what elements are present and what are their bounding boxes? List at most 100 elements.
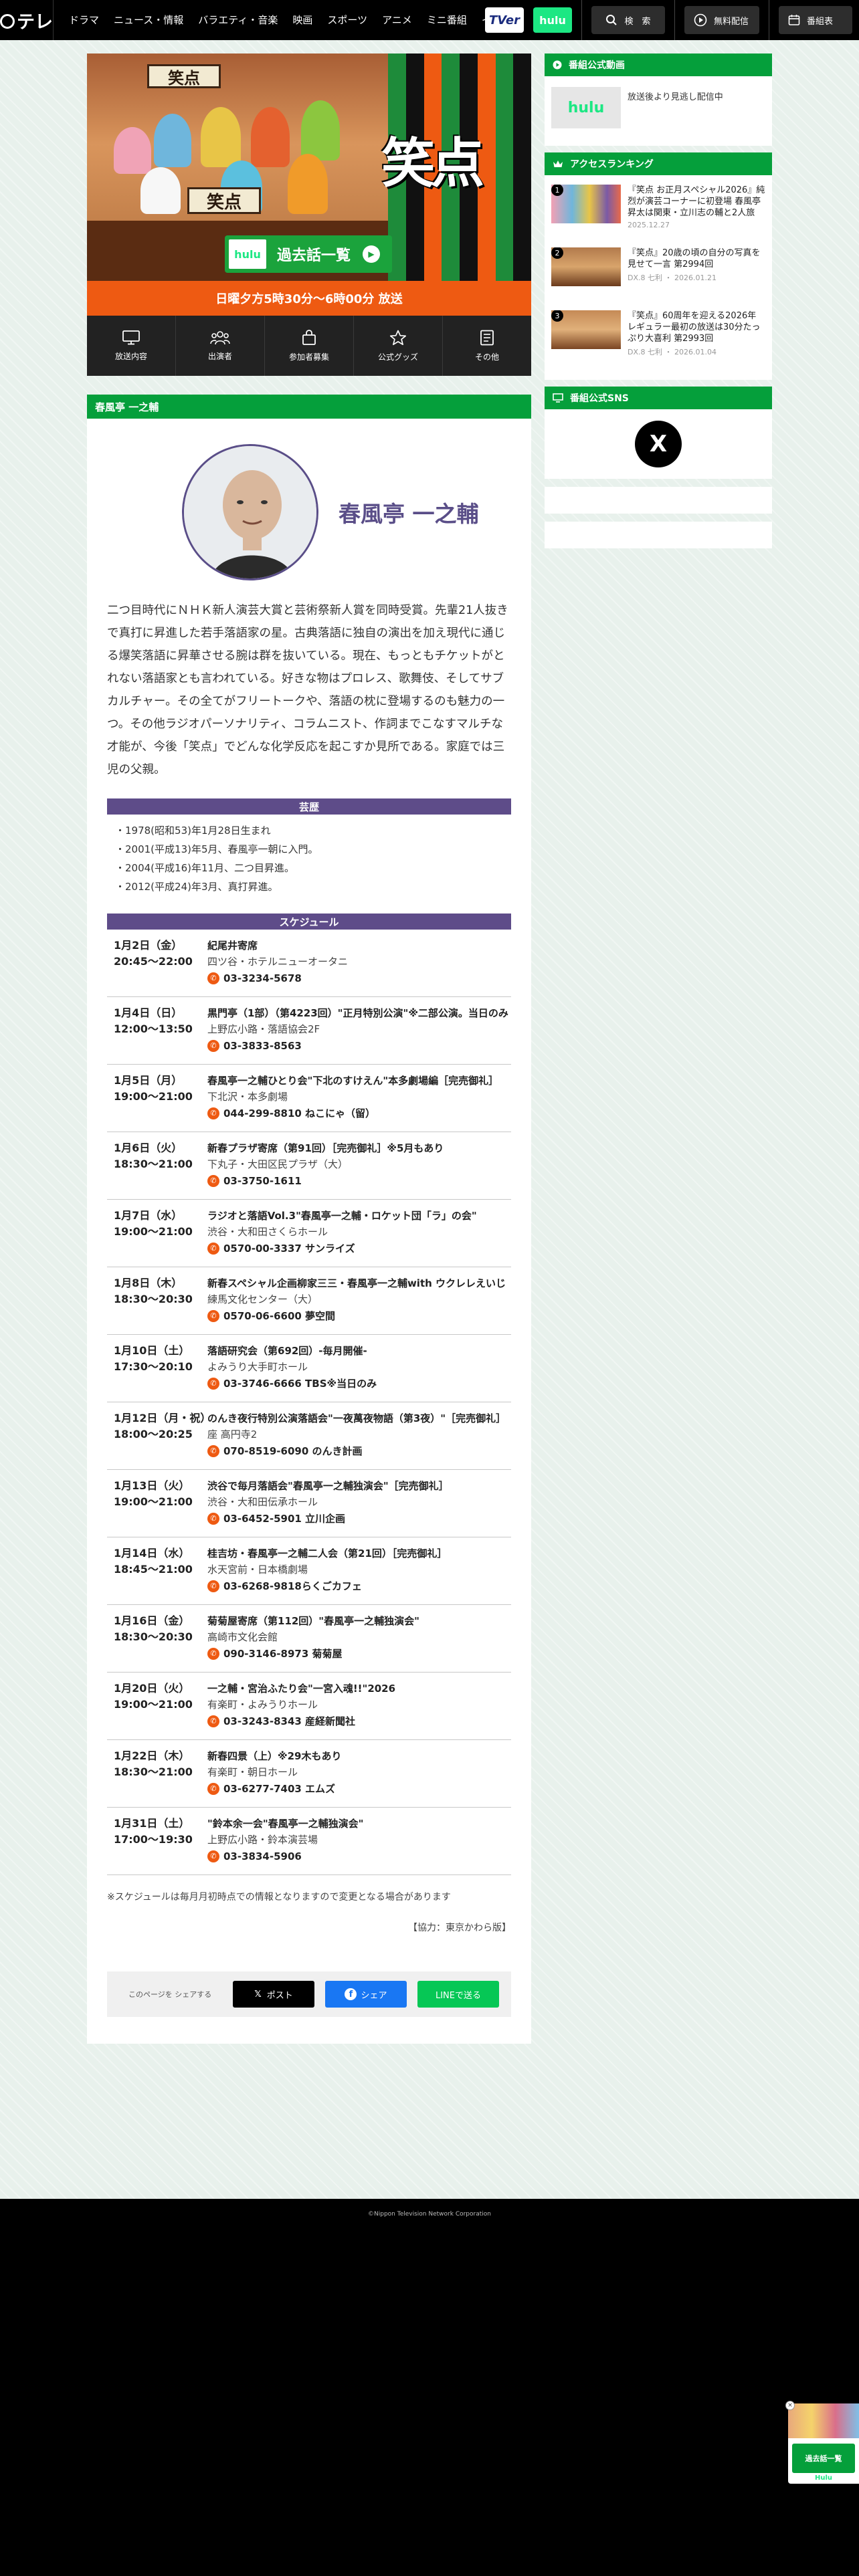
schedule-venue: 有楽町・朝日ホール — [207, 1766, 298, 1778]
schedule-tel[interactable]: ✆ 03-6277-7403 エムズ — [207, 1780, 511, 1798]
ranking-item[interactable]: 1 『笑点 お正月スペシャル2026』純烈が演芸コーナーに初登場 春風亭昇太は関… — [551, 185, 765, 247]
phone-icon: ✆ — [207, 1378, 219, 1390]
performer-figure — [201, 107, 241, 167]
facebook-share-button[interactable]: f シェア — [325, 1981, 407, 2008]
hulu-button[interactable]: hulu — [533, 7, 572, 33]
career-item: ・2001(平成13)年5月、春風亭一朝に入門。 — [115, 843, 318, 855]
schedule-body: 桂吉坊・春風亭一之輔二人会（第21回）［完売御礼］ 水天宮前・日本橋劇場 ✆ 03-6… — [207, 1545, 511, 1595]
archive-button[interactable]: hulu 過去話一覧 ▶ — [225, 235, 392, 273]
tv-guide-button[interactable]: 番組表 — [779, 6, 852, 34]
nav-anime[interactable]: アニメ — [375, 0, 419, 40]
nav-drama[interactable]: ドラマ — [62, 0, 106, 40]
avatar — [182, 444, 318, 580]
prog-nav-cast[interactable]: 出演者 — [176, 316, 265, 376]
schedule-tel[interactable]: ✆ 03-6452-5901 立川企画 — [207, 1510, 511, 1527]
schedule-date: 1月14日（水） — [114, 1547, 190, 1560]
rank-number: 3 — [551, 310, 563, 322]
schedule-row: 1月14日（水） 18:45〜21:00 桂吉坊・春風亭一之輔二人会（第21回）［完… — [107, 1537, 511, 1605]
schedule-venue: 四ツ谷・ホテルニューオータニ — [207, 956, 349, 968]
performer-figure — [301, 100, 340, 160]
search-icon — [605, 14, 617, 26]
sns-heading: 番組公式SNS — [545, 387, 772, 409]
ranking-text: 『笑点』20歳の頃の自分の写真を見せて一言 第2994回 DX.8 七利 ・ 2… — [628, 247, 765, 310]
prog-nav-broadcast[interactable]: 放送内容 — [87, 316, 176, 376]
schedule-date: 1月31日（土） — [114, 1817, 190, 1830]
schedule-body: "鈴本余一会"春風亭一之輔独演会" 上野広小路・鈴本演芸場 ✆ 03-3834-590… — [207, 1816, 511, 1865]
sidebar-ad-slot — [545, 487, 772, 514]
schedule-row: 1月7日（水） 19:00〜21:00 ラジオと落語Vol.3"春風亭一之輔・ロケッ… — [107, 1200, 511, 1267]
schedule-time: 19:00〜21:00 — [114, 1495, 193, 1508]
schedule-time: 19:00〜21:00 — [114, 1090, 193, 1103]
schedule-tel[interactable]: ✆ 0570-00-3337 サンライズ — [207, 1240, 511, 1257]
phone-icon: ✆ — [207, 1175, 219, 1187]
schedule-date: 1月4日（日） — [114, 1006, 183, 1019]
schedule-title: 桂吉坊・春風亭一之輔二人会（第21回）［完売御礼］ — [207, 1547, 448, 1560]
schedule-tel[interactable]: ✆ 03-3750-1611 — [207, 1172, 511, 1190]
ranking-item[interactable]: 3 『笑点』60周年を迎える2026年 レギュラー最初の放送は30分たっぷり大喜… — [551, 310, 765, 373]
schedule-title: 落語研究会（第692回）-毎月開催- — [207, 1345, 367, 1357]
sns-links: X — [545, 409, 772, 479]
schedule-tel[interactable]: ✆ 044-299-8810 ねこにゃ（留） — [207, 1105, 511, 1122]
schedule-body: 落語研究会（第692回）-毎月開催- よみうり大手町ホール ✆ 03-3746-666… — [207, 1343, 511, 1392]
nav-variety[interactable]: バラエティ・音楽 — [191, 0, 285, 40]
schedule-tel[interactable]: ✆ 03-3243-8343 産経新聞社 — [207, 1713, 511, 1730]
close-icon[interactable]: × — [785, 2401, 795, 2410]
star-icon — [389, 330, 407, 345]
schedule-tel[interactable]: ✆ 03-3746-6666 TBS※当日のみ — [207, 1375, 511, 1392]
schedule-body: のんき夜行特別公演落語会"一夜萬夜物語（第3夜）"［完売御礼］ 座 高円寺2 ✆ 07… — [207, 1410, 511, 1460]
facebook-icon: f — [345, 1988, 357, 2000]
x-post-button[interactable]: 𝕏 ポスト — [233, 1981, 314, 2008]
crown-icon — [553, 160, 563, 167]
career-heading: 芸歴 — [107, 798, 511, 815]
nav-mini[interactable]: ミニ番組 — [419, 0, 474, 40]
nav-news[interactable]: ニュース・情報 — [106, 0, 191, 40]
schedule-date: 1月5日（月） — [114, 1074, 183, 1087]
hero-banner: 笑点 笑点 笑点 hulu 過去話一覧 ▶ — [87, 53, 531, 281]
schedule-tel[interactable]: ✆ 0570-06-6600 夢空間 — [207, 1307, 511, 1325]
performer-bio: 二つ目時代にＮＨＫ新人演芸大賞と芸術祭新人賞を同時受賞。先輩21人抜きで真打に昇… — [107, 604, 508, 776]
prog-nav-goods[interactable]: 公式グッズ — [354, 316, 443, 376]
schedule-row: 1月6日（火） 18:30〜21:00 新春プラザ寄席（第91回）［完売御礼］※5月… — [107, 1132, 511, 1200]
schedule-tel[interactable]: ✆ 070-8519-6090 のんき計画 — [207, 1442, 511, 1460]
schedule-venue: 渋谷・大和田さくらホール — [207, 1226, 328, 1238]
official-video-card[interactable]: hulu 放送後より見逃し配信中 — [545, 76, 772, 146]
phone-icon: ✆ — [207, 1715, 219, 1727]
schedule-row: 1月5日（月） 19:00〜21:00 春風亭一之輔ひとり会"下北のすけえん"本多劇… — [107, 1065, 511, 1132]
floating-archive-banner[interactable]: 過去話一覧 Hulu — [788, 2403, 859, 2484]
career-item: ・2012(平成24)年3月、真打昇進。 — [115, 881, 278, 893]
profile-section-title: 春風亭 一之輔 — [87, 395, 531, 419]
phone-icon: ✆ — [207, 1580, 219, 1592]
performer-figure — [114, 127, 151, 174]
schedule-venue: よみうり大手町ホール — [207, 1361, 308, 1373]
career-item: ・2004(平成16)年11月、二つ目昇進。 — [115, 862, 295, 874]
schedule-tel[interactable]: ✆ 03-6268-9818らくごカフェ — [207, 1578, 511, 1595]
schedule-body: 渋谷で毎月落語会"春風亭一之輔独演会"［完売御礼］ 渋谷・大和田伝承ホール ✆ 03-… — [207, 1478, 511, 1527]
schedule-tel[interactable]: ✆ 090-3146-8973 菊菊屋 — [207, 1645, 511, 1662]
nav-movie[interactable]: 映画 — [285, 0, 320, 40]
schedule-tel[interactable]: ✆ 03-3834-5906 — [207, 1848, 511, 1865]
arrow-right-icon: ▶ — [363, 245, 381, 263]
schedule-date-block: 1月20日（火） 19:00〜21:00 — [114, 1681, 207, 1730]
ranking-date: 2025.12.27 — [628, 221, 670, 229]
prog-nav-recruit[interactable]: 参加者募集 — [265, 316, 354, 376]
monitor-icon — [553, 393, 563, 403]
prog-nav-other[interactable]: その他 — [443, 316, 531, 376]
nav-sports[interactable]: スポーツ — [320, 0, 375, 40]
x-account-link[interactable]: X — [635, 421, 682, 467]
schedule-title: ラジオと落語Vol.3"春風亭一之輔・ロケット団「ラ」の会" — [207, 1210, 477, 1222]
line-share-button[interactable]: LINEで送る — [417, 1981, 499, 2008]
main-column: 笑点 笑点 笑点 hulu 過去話一覧 ▶ 日曜夕方5時30分〜6時00分 放送… — [87, 53, 531, 2044]
ntv-logo[interactable]: テレ — [0, 0, 54, 40]
header-right: TVer hulu 検 索 無料配信 番組表 — [485, 0, 859, 40]
ranking-item[interactable]: 2 『笑点』20歳の頃の自分の写真を見せて一言 第2994回 DX.8 七利 ・… — [551, 247, 765, 310]
schedule-tel[interactable]: ✆ 03-3833-8563 — [207, 1037, 511, 1055]
free-stream-button[interactable]: 無料配信 — [684, 6, 759, 34]
schedule-tel[interactable]: ✆ 03-3234-5678 — [207, 970, 511, 987]
schedule-time: 17:00〜19:30 — [114, 1833, 193, 1846]
tver-button[interactable]: TVer — [485, 7, 524, 33]
schedule-time: 18:30〜20:30 — [114, 1630, 193, 1643]
schedule-title: 春風亭一之輔ひとり会"下北のすけえん"本多劇場編［完売御礼］ — [207, 1075, 499, 1087]
search-button[interactable]: 検 索 — [591, 6, 665, 34]
line-share-label: LINEで送る — [435, 1990, 481, 2001]
schedule-date-block: 1月4日（日） 12:00〜13:50 — [114, 1005, 207, 1055]
